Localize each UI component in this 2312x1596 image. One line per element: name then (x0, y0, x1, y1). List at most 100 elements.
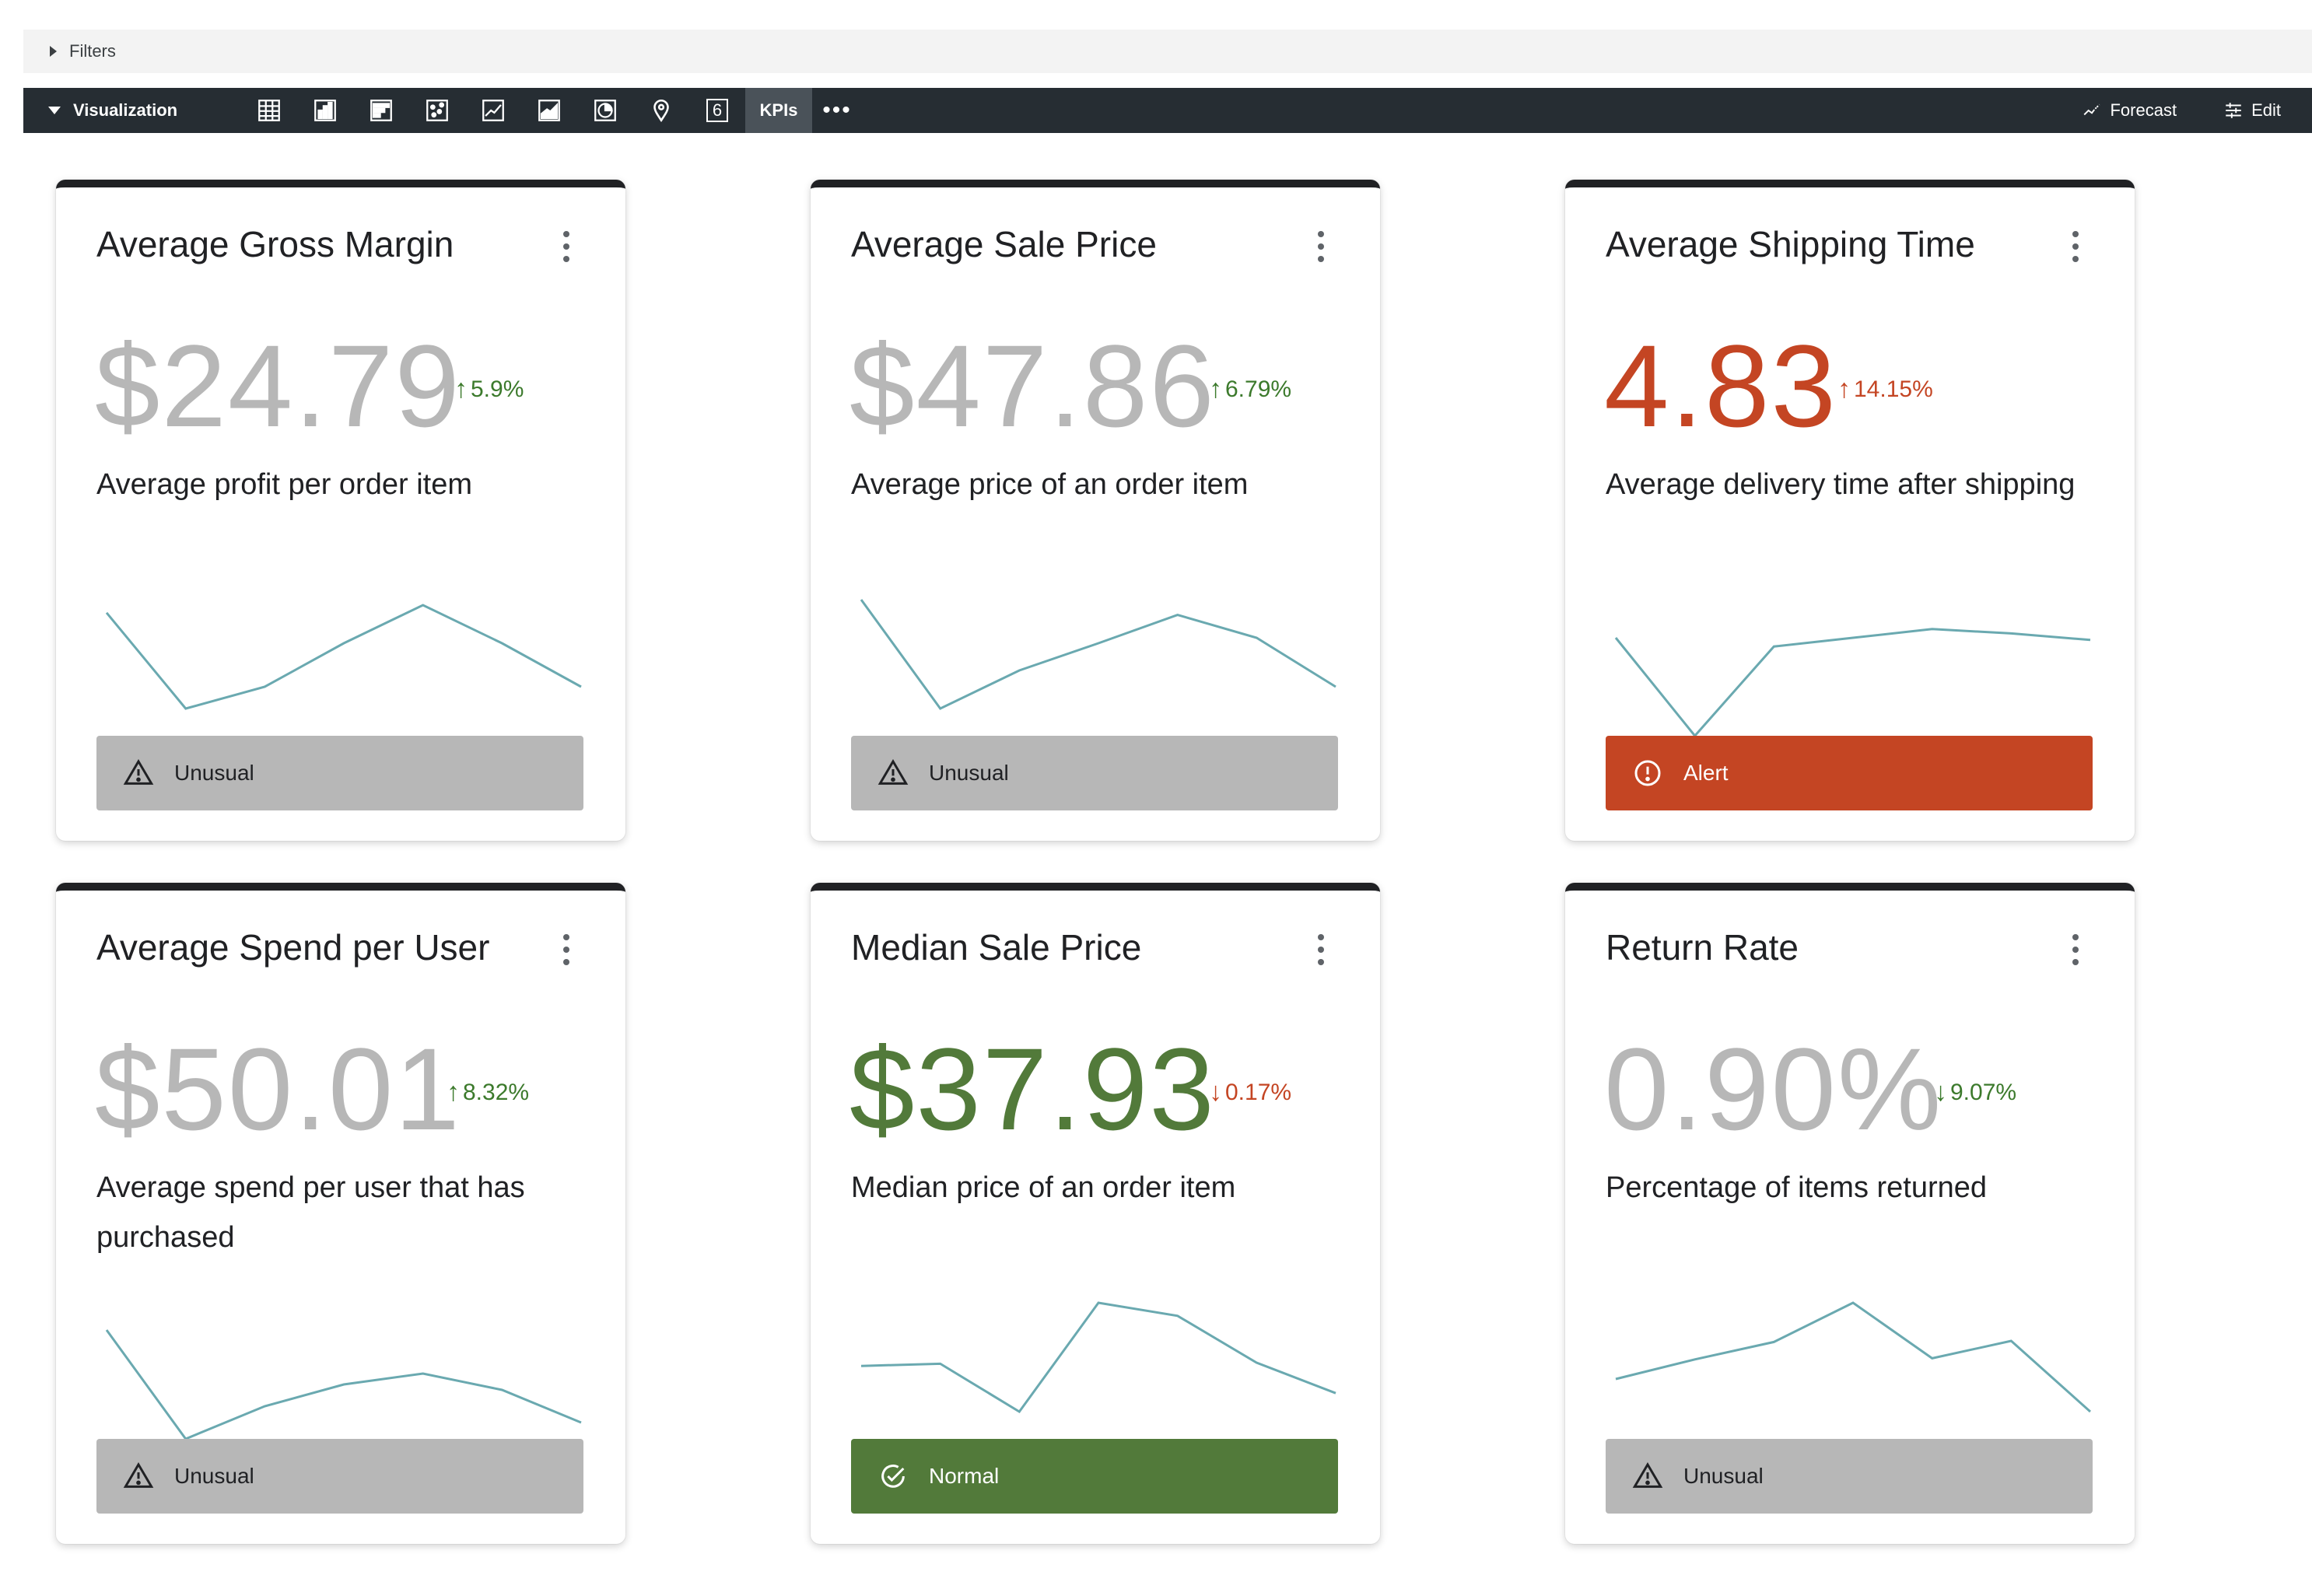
card-menu-icon[interactable] (562, 934, 571, 965)
table-icon[interactable] (241, 88, 297, 133)
warning-icon (96, 758, 174, 789)
change-indicator: ↑ 14.15% (1837, 374, 1933, 404)
arrow-up-icon: ↑ (454, 374, 468, 404)
filters-label[interactable]: Filters (69, 41, 116, 61)
collapse-caret-icon[interactable] (48, 107, 61, 114)
arrow-down-icon: ↓ (1209, 1077, 1222, 1107)
change-percent: 0.17% (1225, 1079, 1292, 1105)
kpi-card: Return Rate 0.90% ↓ 9.07% Percentage of item… (1565, 883, 2135, 1544)
check-circle-icon (851, 1461, 929, 1492)
kpi-value: $37.93 (849, 1024, 1216, 1154)
card-title: Average Sale Price (851, 224, 1157, 264)
card-description: Average delivery time after shipping (1606, 468, 2076, 501)
visualization-label[interactable]: Visualization (73, 100, 177, 121)
pie-chart-icon[interactable] (577, 88, 633, 133)
status-label: Alert (1683, 761, 1729, 785)
card-title: Median Sale Price (851, 927, 1142, 968)
arrow-up-icon: ↑ (447, 1077, 460, 1107)
card-menu-icon[interactable] (1316, 231, 1326, 262)
kpi-card: Average Shipping Time 4.83 ↑ 14.15% Average … (1565, 180, 2135, 841)
sparkline (1614, 628, 2091, 738)
expand-caret-icon[interactable] (50, 46, 57, 57)
scatter-icon[interactable] (409, 88, 465, 133)
change-indicator: ↑ 8.32% (447, 1077, 529, 1108)
sliders-icon (2226, 103, 2241, 118)
change-percent: 14.15% (1854, 376, 1933, 402)
kpi-value: 0.90% (1604, 1024, 1943, 1154)
filters-bar[interactable]: Filters (23, 30, 2312, 73)
card-title: Average Spend per User (96, 927, 490, 968)
area-chart-icon[interactable] (521, 88, 577, 133)
sparkline-series (1615, 1301, 2092, 1413)
sparkline (105, 1329, 582, 1440)
sparkline (860, 1301, 1336, 1413)
sparkline (860, 599, 1336, 710)
sparkline-series (105, 1329, 582, 1440)
forecast-label: Forecast (2110, 100, 2177, 120)
change-percent: 6.79% (1225, 376, 1292, 402)
kpi-value: $50.01 (95, 1024, 461, 1154)
kpi-value: $24.79 (95, 320, 461, 451)
kpi-card: Median Sale Price $37.93 ↓ 0.17% Median pric… (811, 883, 1380, 1544)
kpis-tab[interactable]: KPIs (745, 88, 812, 133)
card-menu-icon[interactable] (2071, 231, 2080, 262)
sparkline-series (105, 604, 582, 710)
visualization-toggle[interactable]: Visualization (48, 88, 177, 133)
warning-icon (1606, 1461, 1683, 1492)
status-badge: Unusual (96, 1439, 583, 1514)
single-value-icon[interactable]: 6 (689, 88, 745, 133)
card-description: Average price of an order item (851, 468, 1249, 501)
forecast-icon (2084, 103, 2100, 116)
change-indicator: ↑ 6.79% (1209, 374, 1291, 404)
kpi-card: Average Spend per User $50.01 ↑ 8.32% Averag… (56, 883, 625, 1544)
arrow-down-icon: ↓ (1934, 1077, 1947, 1107)
status-badge: Unusual (1606, 1439, 2093, 1514)
card-title: Return Rate (1606, 927, 1799, 968)
line-chart-icon[interactable] (465, 88, 521, 133)
single-value-glyph: 6 (706, 99, 728, 122)
change-percent: 9.07% (1950, 1079, 2017, 1105)
alert-circle-icon (1606, 758, 1683, 789)
card-menu-icon[interactable] (562, 231, 571, 262)
change-percent: 8.32% (463, 1079, 530, 1105)
kpi-card: Average Sale Price $47.86 ↑ 6.79% Average pr… (811, 180, 1380, 841)
change-indicator: ↓ 9.07% (1934, 1077, 2016, 1108)
status-badge: Alert (1606, 736, 2093, 810)
card-menu-icon[interactable] (2071, 934, 2080, 965)
map-pin-icon[interactable] (633, 88, 689, 133)
card-title: Average Gross Margin (96, 224, 454, 264)
status-badge: Normal (851, 1439, 1338, 1514)
forecast-button[interactable]: Forecast (2082, 100, 2177, 121)
sparkline (105, 604, 582, 710)
sparkline-series (860, 599, 1336, 710)
card-description: Average spend per user that has purchase… (96, 1171, 525, 1254)
change-percent: 5.9% (471, 376, 524, 402)
sparkline (1615, 1301, 2092, 1413)
visualization-toolbar: Visualization 6 KPIs ••• Forecast Edit (23, 88, 2312, 133)
kpi-value: 4.83 (1604, 320, 1837, 451)
change-indicator: ↓ 0.17% (1209, 1077, 1291, 1108)
chart-type-picker: 6 KPIs ••• (241, 88, 862, 133)
status-label: Normal (929, 1464, 1000, 1488)
status-label: Unusual (174, 761, 254, 785)
card-title: Average Shipping Time (1606, 224, 1975, 264)
warning-icon (96, 1461, 174, 1492)
column-chart-icon[interactable] (353, 88, 409, 133)
card-description: Median price of an order item (851, 1171, 1236, 1204)
edit-label: Edit (2251, 100, 2281, 120)
warning-icon (851, 758, 929, 789)
card-description: Average profit per order item (96, 468, 472, 501)
status-badge: Unusual (96, 736, 583, 810)
edit-button[interactable]: Edit (2223, 100, 2281, 121)
bar-chart-icon[interactable] (297, 88, 353, 133)
status-label: Unusual (174, 1464, 254, 1488)
status-badge: Unusual (851, 736, 1338, 810)
toolbar-actions: Forecast Edit (2035, 88, 2281, 133)
card-description: Percentage of items returned (1606, 1171, 1988, 1204)
more-options-icon[interactable]: ••• (812, 88, 862, 133)
card-menu-icon[interactable] (1316, 934, 1326, 965)
arrow-up-icon: ↑ (1209, 374, 1222, 404)
sparkline-series (1614, 628, 2091, 738)
status-label: Unusual (929, 761, 1009, 785)
kpi-card: Average Gross Margin $24.79 ↑ 5.9% Average p… (56, 180, 625, 841)
